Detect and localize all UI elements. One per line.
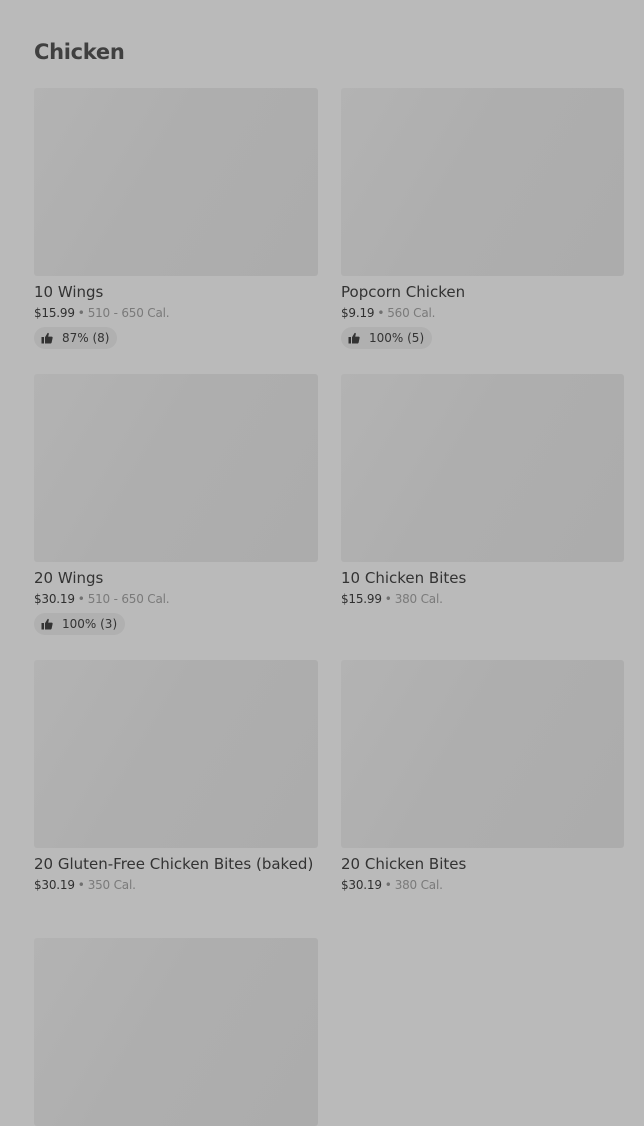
menu-item-image [341, 374, 624, 562]
menu-item-price: $15.99 [341, 592, 382, 606]
menu-item-meta: $30.19 • 380 Cal. [341, 877, 624, 893]
menu-item-meta: $15.99 • 510 - 650 Cal. [34, 305, 318, 321]
menu-item-name: 20 Chicken Bites [341, 855, 467, 873]
menu-item-card[interactable]: 10 Chicken Bites $15.99 • 380 Cal. [341, 374, 624, 660]
menu-item-card[interactable]: Popcorn Chicken $9.19 • 560 Cal. 100% (5) [341, 88, 624, 374]
menu-item-calories: 380 Cal. [394, 878, 443, 892]
menu-item-image [341, 88, 624, 276]
menu-item-calories: 560 Cal. [387, 306, 436, 320]
menu-item-meta: $9.19 • 560 Cal. [341, 305, 624, 321]
menu-item-meta: $15.99 • 380 Cal. [341, 591, 624, 607]
menu-item-image [341, 660, 624, 848]
rating-text: 100% (5) [369, 331, 425, 345]
menu-item-name: 10 Wings [34, 283, 104, 301]
rating-badge: 87% (8) [34, 327, 118, 349]
rating-badge: 100% (5) [341, 327, 433, 349]
meta-separator: • [377, 306, 385, 320]
menu-items-grid: 10 Wings $15.99 • 510 - 650 Cal. 87% (8) P… [34, 88, 624, 1126]
menu-item-price: $30.19 [341, 878, 382, 892]
menu-item-calories: 380 Cal. [394, 592, 443, 606]
menu-item-meta: $30.19 • 350 Cal. [34, 877, 318, 893]
thumbs-up-icon [41, 618, 53, 630]
menu-item-calories: 510 - 650 Cal. [87, 592, 170, 606]
menu-item-card[interactable]: 20 Gluten-Free Chicken Bites (baked) $30… [34, 660, 318, 938]
meta-separator: • [77, 592, 85, 606]
rating-text: 87% (8) [62, 331, 110, 345]
menu-item-price: $9.19 [341, 306, 375, 320]
menu-item-image [34, 374, 318, 562]
meta-separator: • [77, 878, 85, 892]
menu-item-card[interactable] [34, 938, 318, 1126]
menu-item-image [34, 88, 318, 276]
section-title: Chicken [34, 40, 125, 64]
menu-item-card[interactable]: 20 Wings $30.19 • 510 - 650 Cal. 100% (3) [34, 374, 318, 660]
menu-item-price: $30.19 [34, 878, 75, 892]
menu-item-name: 10 Chicken Bites [341, 569, 467, 587]
menu-item-name: Popcorn Chicken [341, 283, 466, 301]
rating-text: 100% (3) [62, 617, 118, 631]
menu-item-card[interactable]: 10 Wings $15.99 • 510 - 650 Cal. 87% (8) [34, 88, 318, 374]
meta-separator: • [77, 306, 85, 320]
menu-item-name: 20 Gluten-Free Chicken Bites (baked) [34, 855, 314, 873]
menu-item-image [34, 938, 318, 1126]
thumbs-up-icon [348, 332, 360, 344]
menu-item-meta: $30.19 • 510 - 650 Cal. [34, 591, 318, 607]
meta-separator: • [384, 592, 392, 606]
menu-item-image [34, 660, 318, 848]
menu-item-calories: 510 - 650 Cal. [87, 306, 170, 320]
menu-item-price: $30.19 [34, 592, 75, 606]
meta-separator: • [384, 878, 392, 892]
menu-item-name: 20 Wings [34, 569, 104, 587]
menu-item-card[interactable]: 20 Chicken Bites $30.19 • 380 Cal. [341, 660, 624, 938]
menu-item-price: $15.99 [34, 306, 75, 320]
thumbs-up-icon [41, 332, 53, 344]
rating-badge: 100% (3) [34, 613, 126, 635]
menu-item-calories: 350 Cal. [87, 878, 136, 892]
